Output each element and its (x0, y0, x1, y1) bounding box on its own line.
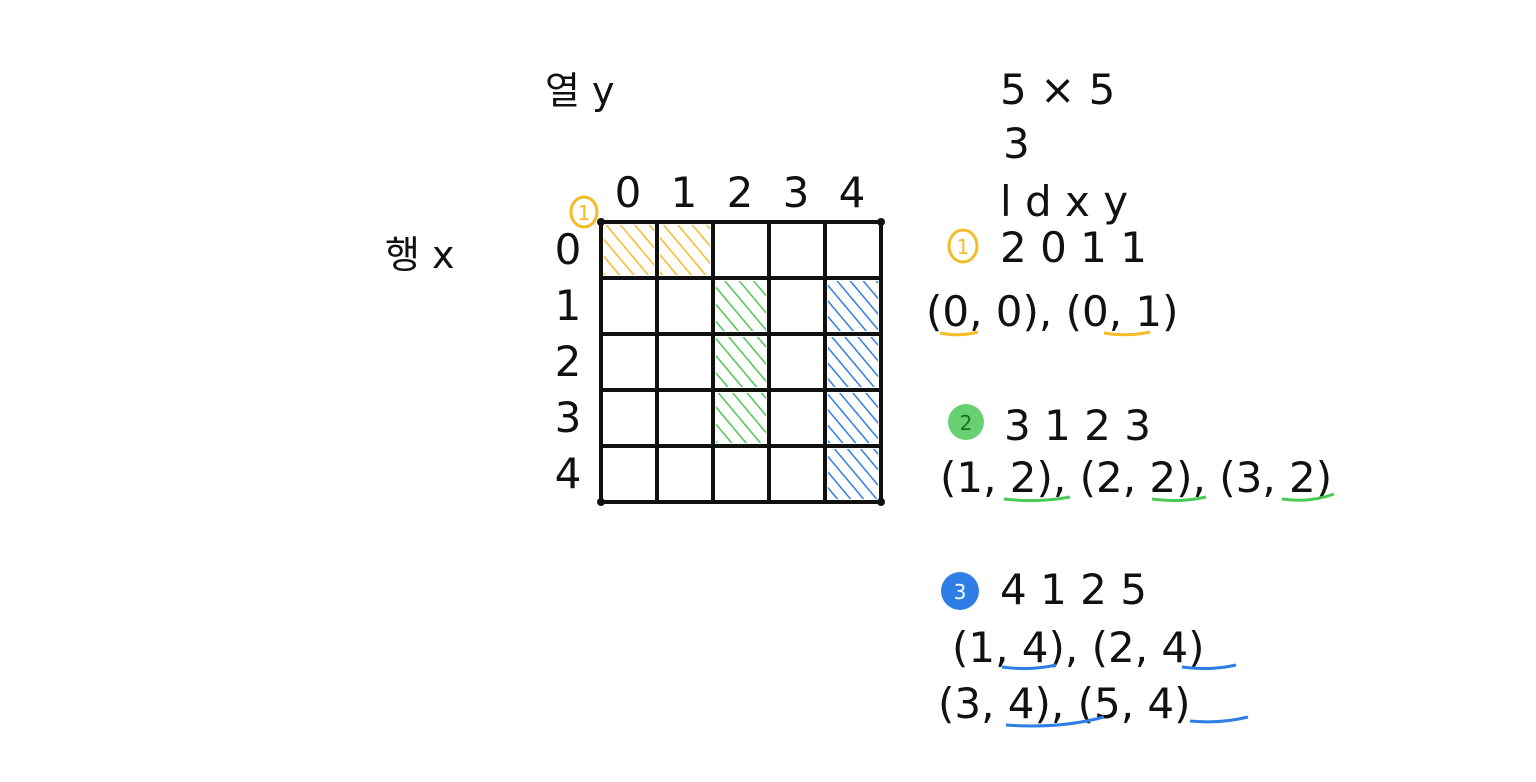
row-indices: 0 1 2 3 4 (555, 225, 582, 498)
grid-cell (823, 220, 883, 280)
group-3-marker: 3 (954, 580, 967, 604)
grid-corner-dot (877, 218, 885, 226)
group-3-params: 4 1 2 5 (1000, 565, 1147, 614)
column-index: 2 (727, 168, 754, 217)
filled-cell-group-3 (828, 449, 878, 499)
filled-cell-group-3 (828, 393, 878, 443)
grid-group-1-number: 1 (578, 201, 591, 225)
filled-cells (604, 225, 878, 499)
grid-cell (767, 276, 827, 336)
field-names: l d x y (1000, 177, 1128, 226)
grid-cell (655, 276, 715, 336)
grid-cell (711, 220, 771, 280)
count-line: 3 (1003, 119, 1030, 168)
group-1-coords-line: (0, 0), (0, 1) (926, 287, 1179, 336)
grid-cell (711, 444, 771, 504)
grid-cell (767, 220, 827, 280)
column-axis-label: 열 y (545, 69, 615, 113)
row-axis-label: 행 x (385, 233, 455, 277)
group-3-underline (1189, 715, 1249, 724)
grid-group-1-marker: 1 (569, 195, 599, 229)
grid-cell (599, 444, 659, 504)
grid-cell (767, 444, 827, 504)
grid-cell (599, 332, 659, 392)
grid-cell (767, 332, 827, 392)
group-1: 1 2 0 1 1 (0, 0), (0, 1) (926, 223, 1179, 337)
row-index: 0 (555, 225, 582, 274)
filled-cell-group-1 (660, 225, 710, 275)
group-1-marker: 1 (957, 235, 970, 259)
column-index: 4 (839, 168, 866, 217)
size-line: 5 × 5 (1000, 65, 1115, 114)
notes-canvas: 열 y 행 x 0 1 2 3 4 0 1 2 3 4 1 5 × 5 3 l … (385, 65, 1335, 728)
column-index: 3 (783, 168, 810, 217)
grid-cell (599, 388, 659, 448)
grid-cell (655, 444, 715, 504)
grid-cell (655, 332, 715, 392)
filled-cell-group-2 (716, 393, 766, 443)
grid-corner-dot (597, 498, 605, 506)
filled-cell-group-2 (716, 281, 766, 331)
row-index: 1 (555, 281, 582, 330)
column-index: 1 (671, 168, 698, 217)
grid-cell (655, 388, 715, 448)
group-2-marker: 2 (960, 411, 973, 435)
group-1-params: 2 0 1 1 (1000, 223, 1147, 272)
column-indices: 0 1 2 3 4 (615, 168, 866, 217)
filled-cell-group-2 (716, 337, 766, 387)
grid-cell (767, 388, 827, 448)
grid-corner-dot (877, 498, 885, 506)
group-2-coords-line: (1, 2), (2, 2), (3, 2) (940, 453, 1332, 502)
column-index: 0 (615, 168, 642, 217)
row-index: 4 (555, 449, 582, 498)
group-3-coords-line: (1, 4), (2, 4) (952, 623, 1205, 672)
grid-cell (599, 276, 659, 336)
group-3-coords-line: (3, 4), (5, 4) (938, 679, 1191, 728)
filled-cell-group-3 (828, 281, 878, 331)
row-index: 2 (555, 337, 582, 386)
group-2: 2 3 1 2 3 (1, 2), (2, 2), (3, 2) (940, 401, 1335, 503)
row-index: 3 (555, 393, 582, 442)
group-3: 3 4 1 2 5 (1, 4), (2, 4) (3, 4), (5, 4) (938, 565, 1249, 728)
group-2-params: 3 1 2 3 (1004, 401, 1151, 450)
filled-cell-group-3 (828, 337, 878, 387)
filled-cell-group-1 (604, 225, 654, 275)
grid-corner-dot (597, 218, 605, 226)
